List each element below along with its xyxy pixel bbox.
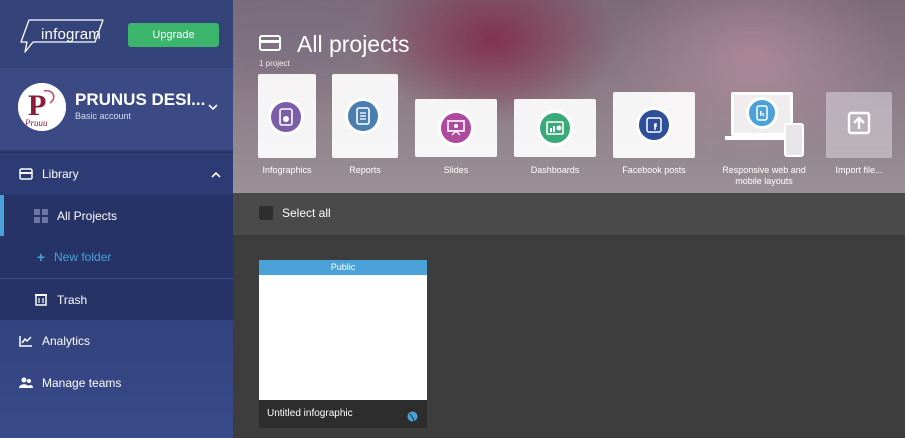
trash-icon — [34, 293, 48, 307]
avatar: P Pruuu — [18, 83, 66, 131]
account-name: PRUNUS DESI... — [75, 90, 206, 109]
infographic-icon — [268, 99, 304, 135]
page-title: All projects — [297, 31, 410, 57]
project-grid: Public Untitled infographic — [233, 235, 905, 438]
sidebar-item-label: Manage teams — [42, 376, 122, 390]
select-all-label[interactable]: Select all — [282, 206, 331, 220]
slides-icon — [438, 110, 474, 146]
template-label: Facebook posts — [622, 165, 686, 175]
project-card[interactable]: Public Untitled infographic — [259, 260, 427, 428]
sidebar-item-label: Analytics — [42, 334, 91, 348]
main-area: All projects 1 project Infographics Repo… — [233, 0, 905, 438]
project-footer: Untitled infographic — [259, 400, 427, 428]
account-plan: Basic account — [75, 111, 132, 121]
plus-icon: + — [36, 249, 46, 265]
upgrade-button[interactable]: Upgrade — [128, 23, 219, 47]
active-indicator — [0, 195, 4, 237]
template-label: Responsive web and mobile layouts — [722, 165, 806, 186]
import-tile — [826, 92, 892, 158]
import-icon — [847, 111, 871, 140]
avatar-text: Pruuu — [24, 118, 48, 128]
analytics-icon — [19, 334, 33, 348]
responsive-icon — [746, 97, 778, 129]
sidebar-item-label: All Projects — [57, 209, 118, 223]
facebook-icon — [636, 107, 672, 143]
library-icon — [19, 167, 33, 181]
project-title: Untitled infographic — [267, 408, 353, 419]
template-label: Reports — [349, 165, 381, 175]
sidebar-item-trash[interactable]: Trash — [0, 278, 233, 320]
sidebar-item-analytics[interactable]: Analytics — [0, 320, 233, 362]
visibility-badge: Public — [259, 260, 427, 275]
chevron-down-icon[interactable] — [208, 98, 218, 116]
logo-text: infogram — [41, 26, 101, 43]
new-folder-button[interactable]: + New folder — [0, 236, 233, 278]
select-all-checkbox[interactable] — [259, 206, 273, 220]
account-switcher[interactable]: P Pruuu PRUNUS DESI... Basic account — [0, 68, 233, 150]
chevron-up-icon[interactable] — [211, 168, 221, 182]
sidebar-item-library[interactable]: Library — [0, 152, 233, 194]
dashboard-icon — [537, 110, 573, 146]
sidebar-item-manage-teams[interactable]: Manage teams — [0, 362, 233, 404]
grid-icon — [34, 209, 48, 223]
selection-bar — [233, 193, 905, 235]
template-label: Dashboards — [530, 165, 580, 175]
globe-icon — [407, 409, 418, 427]
report-icon — [345, 98, 381, 134]
mobile-preview — [784, 123, 804, 157]
template-label: Import file... — [835, 165, 883, 175]
templates-header: All projects 1 project Infographics Repo… — [233, 0, 905, 193]
library-icon — [259, 35, 281, 56]
project-count: 1 project — [259, 59, 290, 68]
sidebar-item-label: Library — [42, 166, 79, 181]
sidebar-item-label: Trash — [57, 292, 88, 307]
sidebar-item-all-projects[interactable]: All Projects — [0, 195, 233, 237]
teams-icon — [19, 376, 33, 390]
template-label: Slides — [443, 165, 469, 175]
sidebar-top: infogram Upgrade — [0, 0, 233, 68]
template-label: Infographics — [262, 165, 312, 175]
sidebar: infogram Upgrade P Pruuu PRUNUS DESI... … — [0, 0, 233, 438]
infogram-logo[interactable]: infogram — [19, 18, 105, 53]
sidebar-item-label: New folder — [54, 250, 112, 264]
